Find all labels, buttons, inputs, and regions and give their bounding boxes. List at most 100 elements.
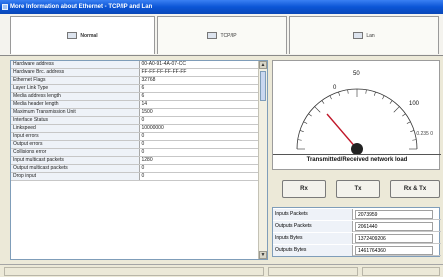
property-row[interactable]: Hardware Brc. address FF-FF-FF-FF-FF-FF	[11, 68, 259, 77]
stat-label: Outputs Packets	[273, 221, 353, 232]
gauge-tick	[406, 121, 411, 124]
properties-list[interactable]: Hardware address 00-A0-91-4A-07-CC Hardwar…	[10, 60, 268, 260]
property-value: 32768	[139, 76, 259, 85]
stat-value: 2061440	[355, 222, 433, 231]
property-name: Ethernet Flags	[11, 76, 140, 85]
status-bar	[0, 264, 443, 277]
lan-icon	[353, 32, 364, 39]
property-value: 10000000	[139, 124, 259, 133]
tab-lan[interactable]: Lan	[289, 16, 439, 54]
rx-button[interactable]: Rx	[282, 180, 326, 198]
gauge-tick	[412, 139, 417, 141]
property-name: Drop input	[11, 172, 140, 181]
property-name: Input multicast packets	[11, 156, 140, 165]
gauge-tick	[329, 95, 332, 100]
property-name: Output multicast packets	[11, 164, 140, 173]
property-row[interactable]: Collisions error 0	[11, 148, 259, 157]
gauge-tick	[299, 130, 304, 132]
property-name: Linkspeed	[11, 124, 140, 133]
property-name: Media header length	[11, 100, 140, 109]
property-row[interactable]: Interface Status 0	[11, 116, 259, 125]
stat-row: Inputs Packets 2073959	[273, 209, 441, 220]
properties-scrollbar[interactable]: ▲ ▼	[258, 61, 267, 259]
property-row[interactable]: Linkspeed 10000000	[11, 124, 259, 133]
stat-value: 1461764360	[355, 246, 433, 255]
stat-row: Outputs Bytes 1461764360	[273, 245, 441, 256]
gauge-tick	[347, 89, 349, 94]
property-row[interactable]: Output errors 0	[11, 140, 259, 149]
tab-normal-label: Normal	[80, 32, 98, 39]
property-row[interactable]: Drop input 0	[11, 172, 259, 181]
property-value: 0	[139, 164, 259, 173]
property-name: Maximum Transmission Unit	[11, 108, 140, 117]
stat-label: Outputs Bytes	[273, 245, 353, 256]
stat-value: 2073959	[355, 210, 433, 219]
tcpip-icon	[207, 32, 218, 39]
gauge-tick	[402, 113, 406, 117]
property-name: Output errors	[11, 140, 140, 149]
property-value: 1280	[139, 156, 259, 165]
tx-button[interactable]: Tx	[336, 180, 380, 198]
property-row[interactable]: Input multicast packets 1280	[11, 156, 259, 165]
property-row[interactable]: Hardware address 00-A0-91-4A-07-CC	[11, 61, 259, 69]
window-title: More Information about Ethernet - TCP/IP…	[10, 4, 153, 10]
scroll-down-icon[interactable]: ▼	[259, 251, 267, 259]
gauge-tick	[338, 91, 340, 96]
gauge-dial: 0 50 100	[296, 71, 420, 155]
property-value: 6	[139, 84, 259, 93]
scroll-up-icon[interactable]: ▲	[259, 61, 267, 69]
gauge-arc	[296, 88, 418, 150]
gauge-tick	[297, 139, 302, 141]
property-row[interactable]: Ethernet Flags 32768	[11, 76, 259, 85]
tab-tcpip[interactable]: TCP/IP	[157, 16, 287, 54]
property-value: FF-FF-FF-FF-FF-FF	[139, 68, 259, 77]
scroll-thumb[interactable]	[260, 71, 266, 101]
gauge-tick-label-50: 50	[353, 71, 360, 77]
property-row[interactable]: Input errors 0	[11, 132, 259, 141]
gauge-tick	[303, 121, 308, 124]
gauge-tick	[314, 106, 321, 113]
property-name: Media address length	[11, 92, 140, 101]
network-card-icon	[67, 32, 78, 39]
tab-normal[interactable]: Normal	[10, 16, 155, 54]
property-value: 0	[139, 172, 259, 181]
property-value: 0	[139, 140, 259, 149]
gauge-tick	[393, 106, 400, 113]
property-value: 0	[139, 132, 259, 141]
gauge-tick	[308, 113, 312, 117]
property-row[interactable]: Layer Link Type 6	[11, 84, 259, 93]
packet-stats: Inputs Packets 2073959 Outputs Packets 2…	[272, 207, 441, 257]
property-value: 14	[139, 100, 259, 109]
gauge-title: Transmitted/Received network load	[273, 154, 441, 163]
status-pane-tertiary	[362, 267, 440, 276]
title-bar: More Information about Ethernet - TCP/IP…	[0, 0, 443, 14]
app-icon	[2, 4, 8, 10]
gauge-tick	[374, 91, 376, 96]
tab-bar: Normal TCP/IP Lan	[0, 14, 443, 56]
property-row[interactable]: Media address length 6	[11, 92, 259, 101]
stat-row: Inputs Bytes 1372409206	[273, 233, 441, 244]
gauge-tick	[389, 100, 393, 104]
gauge-tick	[321, 100, 325, 104]
gauge-tick	[365, 89, 367, 94]
property-row[interactable]: Media header length 14	[11, 100, 259, 109]
property-row[interactable]: Output multicast packets 0	[11, 164, 259, 173]
rx-tx-button[interactable]: Rx & Tx	[390, 180, 440, 198]
gauge-tick	[382, 95, 385, 100]
property-value: 1500	[139, 108, 259, 117]
gauge-needle	[326, 113, 358, 150]
status-pane-main	[4, 267, 264, 276]
property-value: 0	[139, 116, 259, 125]
property-name: Collisions error	[11, 148, 140, 157]
property-row[interactable]: Maximum Transmission Unit 1500	[11, 108, 259, 117]
property-name: Hardware address	[11, 61, 140, 69]
property-name: Layer Link Type	[11, 84, 140, 93]
stat-label: Inputs Packets	[273, 209, 353, 220]
tab-lan-label: Lan	[366, 32, 375, 39]
property-value: 6	[139, 92, 259, 101]
property-name: Input errors	[11, 132, 140, 141]
stat-label: Inputs Bytes	[273, 233, 353, 244]
property-value: 00-A0-91-4A-07-CC	[139, 61, 259, 69]
gauge-tick	[410, 130, 415, 132]
network-load-gauge: 0 50 100 0.235 0 Transmitted/Received ne…	[272, 60, 441, 170]
